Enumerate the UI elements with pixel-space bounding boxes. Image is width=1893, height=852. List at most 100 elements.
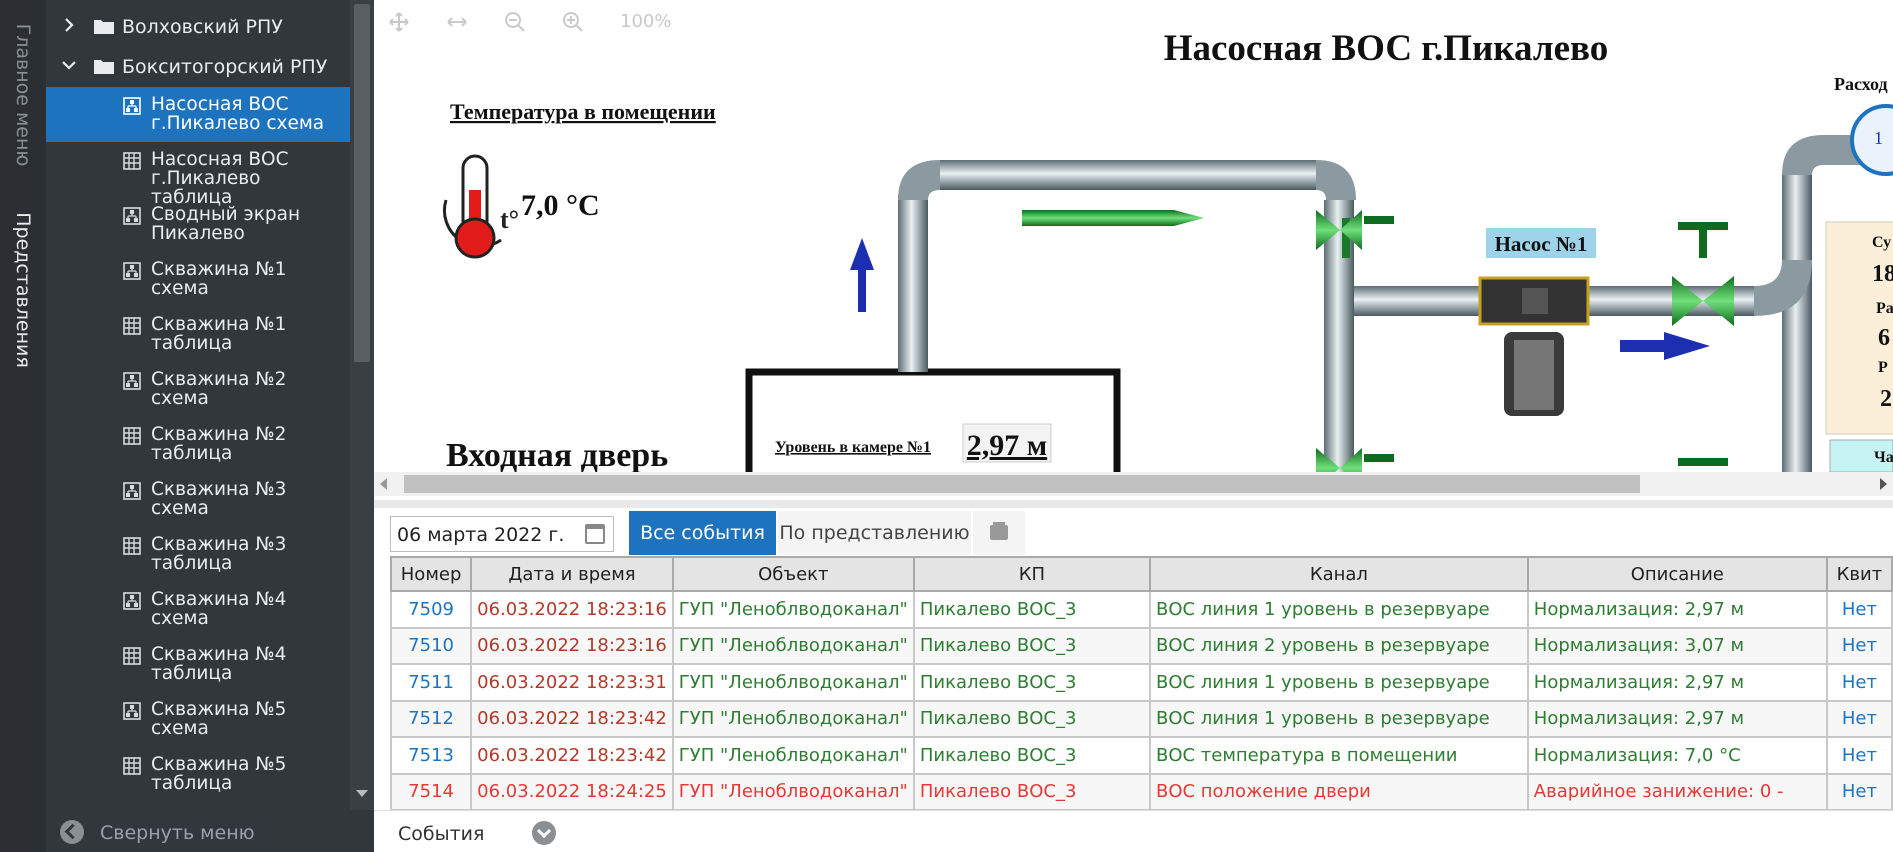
column-header[interactable]: Квит [1825,556,1893,592]
column-header[interactable]: КП [912,556,1151,592]
print-button[interactable] [973,511,1025,555]
tree-item[interactable]: Сводный экран Пикалево [46,197,350,252]
tree-item-label: Скважина №5 схема [151,699,287,739]
event-cell-kvit[interactable]: Нет [1825,736,1893,775]
scroll-left-arrow-icon[interactable] [380,478,387,490]
table-icon [123,152,141,170]
tree-item-label: Скважина №4 схема [151,589,287,629]
date-picker[interactable]: 06 марта 2022 г. [390,516,614,552]
tree-item-label: Скважина №3 схема [151,479,287,519]
scheme-drawing: Насосная ВОС г.Пикалево Температура в по… [442,28,1893,472]
scheme-title: Насосная ВОС г.Пикалево [1164,28,1609,69]
event-cell-desc: Нормализация: 7,0 °C [1526,736,1828,775]
chevron-down-icon[interactable] [60,56,78,74]
event-cell-desc: Нормализация: 2,97 м [1526,590,1828,629]
event-cell-channel: ВОС положение двери [1148,772,1529,811]
tree-item-label: Скважина №2 схема [151,369,287,409]
canvas-horizontal-scrollbar[interactable] [374,472,1893,496]
tree-scrollbar[interactable] [350,0,374,810]
event-cell-kp: Пикалево ВОС_3 [912,736,1151,775]
column-header[interactable]: Дата и время [470,556,674,592]
tree-item[interactable]: Скважина №2 схема [46,362,350,417]
tree-item[interactable]: Скважина №1 схема [46,252,350,307]
flow-label: Расход [1834,74,1888,94]
scheme-icon [123,372,141,390]
scroll-right-arrow-icon[interactable] [1880,478,1887,490]
flow-arrow-up-icon [850,238,874,312]
event-cell-kvit[interactable]: Нет [1825,663,1893,702]
events-panel: 06 марта 2022 г. Все события По представ… [374,496,1893,811]
scroll-down-arrow-icon[interactable] [356,790,368,797]
pipe-right [1782,175,1812,472]
event-cell-num: 7514 [389,772,473,811]
pipe-riser [898,195,928,372]
column-header[interactable]: Канал [1148,556,1529,592]
event-cell-num: 7510 [389,626,473,665]
thermometer-icon: t° [442,154,519,259]
collapse-menu-button[interactable]: Свернуть меню [46,810,374,852]
events-footer: События [374,810,1893,852]
svg-text:6: 6 [1878,325,1890,351]
flow-arrow-right-icon [1620,332,1710,360]
tree-folder-volkhov[interactable]: Волховский РПУ [46,8,350,46]
events-table: Номер Дата и время Объект КП Канал Описа… [389,556,1893,811]
event-cell-kvit[interactable]: Нет [1825,626,1893,665]
event-cell-dt: 06.03.2022 18:23:31 [470,663,674,702]
chevron-down-circle-icon[interactable] [532,821,556,845]
column-header[interactable]: Номер [389,556,473,592]
tree-item[interactable]: Насосная ВОС г.Пикалево таблица [46,142,350,207]
table-icon [123,537,141,555]
tree-item[interactable]: Скважина №2 таблица [46,417,350,472]
svg-text:2: 2 [1880,386,1892,412]
views-tab[interactable]: Представления [0,205,46,375]
events-footer-label: События [398,823,485,845]
event-row[interactable]: 7510 06.03.2022 18:23:16 ГУП "Леноблводока… [389,626,1893,665]
event-cell-kvit[interactable]: Нет [1825,590,1893,629]
column-header[interactable]: Описание [1526,556,1828,592]
folder-icon [94,20,114,34]
tree-scrollbar-thumb[interactable] [354,4,370,362]
tree-item[interactable]: Скважина №4 таблица [46,637,350,692]
event-row[interactable]: 7511 06.03.2022 18:23:31 ГУП "Леноблводока… [389,663,1893,702]
valve-icon[interactable] [1678,458,1728,466]
tree-item[interactable]: Скважина №5 схема [46,692,350,747]
tree-item[interactable]: Скважина №4 схема [46,582,350,637]
event-row[interactable]: 7512 06.03.2022 18:23:42 ГУП "Леноблводока… [389,699,1893,738]
event-cell-dt: 06.03.2022 18:23:42 [470,699,674,738]
event-cell-channel: ВОС температура в помещении [1148,736,1529,775]
tree-item[interactable]: Скважина №3 схема [46,472,350,527]
temperature-symbol: t° [500,205,519,234]
event-cell-channel: ВОС линия 2 уровень в резервуаре [1148,626,1529,665]
level-label: Уровень в камере №1 [775,439,931,456]
tree-item[interactable]: Скважина №3 таблица [46,527,350,582]
event-cell-num: 7509 [389,590,473,629]
scheme-icon [123,482,141,500]
tree-item-label: Скважина №2 таблица [151,424,287,464]
event-cell-kvit[interactable]: Нет [1825,699,1893,738]
tree-folder-boksitogorsk[interactable]: Бокситогорский РПУ [46,48,350,86]
tree-item[interactable]: Скважина №5 таблица [46,747,350,802]
tree-item[interactable]: Насосная ВОС г.Пикалево схема [46,87,350,142]
pump-icon[interactable] [1478,276,1590,416]
tab-all-events[interactable]: Все события [629,511,776,555]
event-row[interactable]: 7513 06.03.2022 18:23:42 ГУП "Леноблводока… [389,736,1893,775]
flow-gauge-value: 1 [1874,128,1883,148]
folder-icon [94,60,114,74]
column-header[interactable]: Объект [671,556,915,592]
event-cell-kp: Пикалево ВОС_3 [912,590,1151,629]
scheme-icon [123,97,141,115]
event-cell-kvit[interactable]: Нет [1825,772,1893,811]
horizontal-scrollbar-thumb[interactable] [404,475,1640,493]
chevron-right-icon[interactable] [60,16,78,34]
event-cell-kp: Пикалево ВОС_3 [912,626,1151,665]
main-menu-tab[interactable]: Главное меню [0,10,46,180]
tree-item[interactable]: Скважина №1 таблица [46,307,350,362]
event-cell-obj: ГУП "Леноблводоканал" [671,736,915,775]
event-row[interactable]: 7509 06.03.2022 18:23:16 ГУП "Леноблводока… [389,590,1893,629]
tab-by-view[interactable]: По представлению [778,511,971,555]
calendar-icon[interactable] [585,524,605,544]
scheme-icon [123,207,141,225]
event-cell-num: 7513 [389,736,473,775]
tree-item-label: Насосная ВОС г.Пикалево схема [151,94,325,134]
event-row[interactable]: 7514 06.03.2022 18:24:25 ГУП "Леноблводока… [389,772,1893,811]
